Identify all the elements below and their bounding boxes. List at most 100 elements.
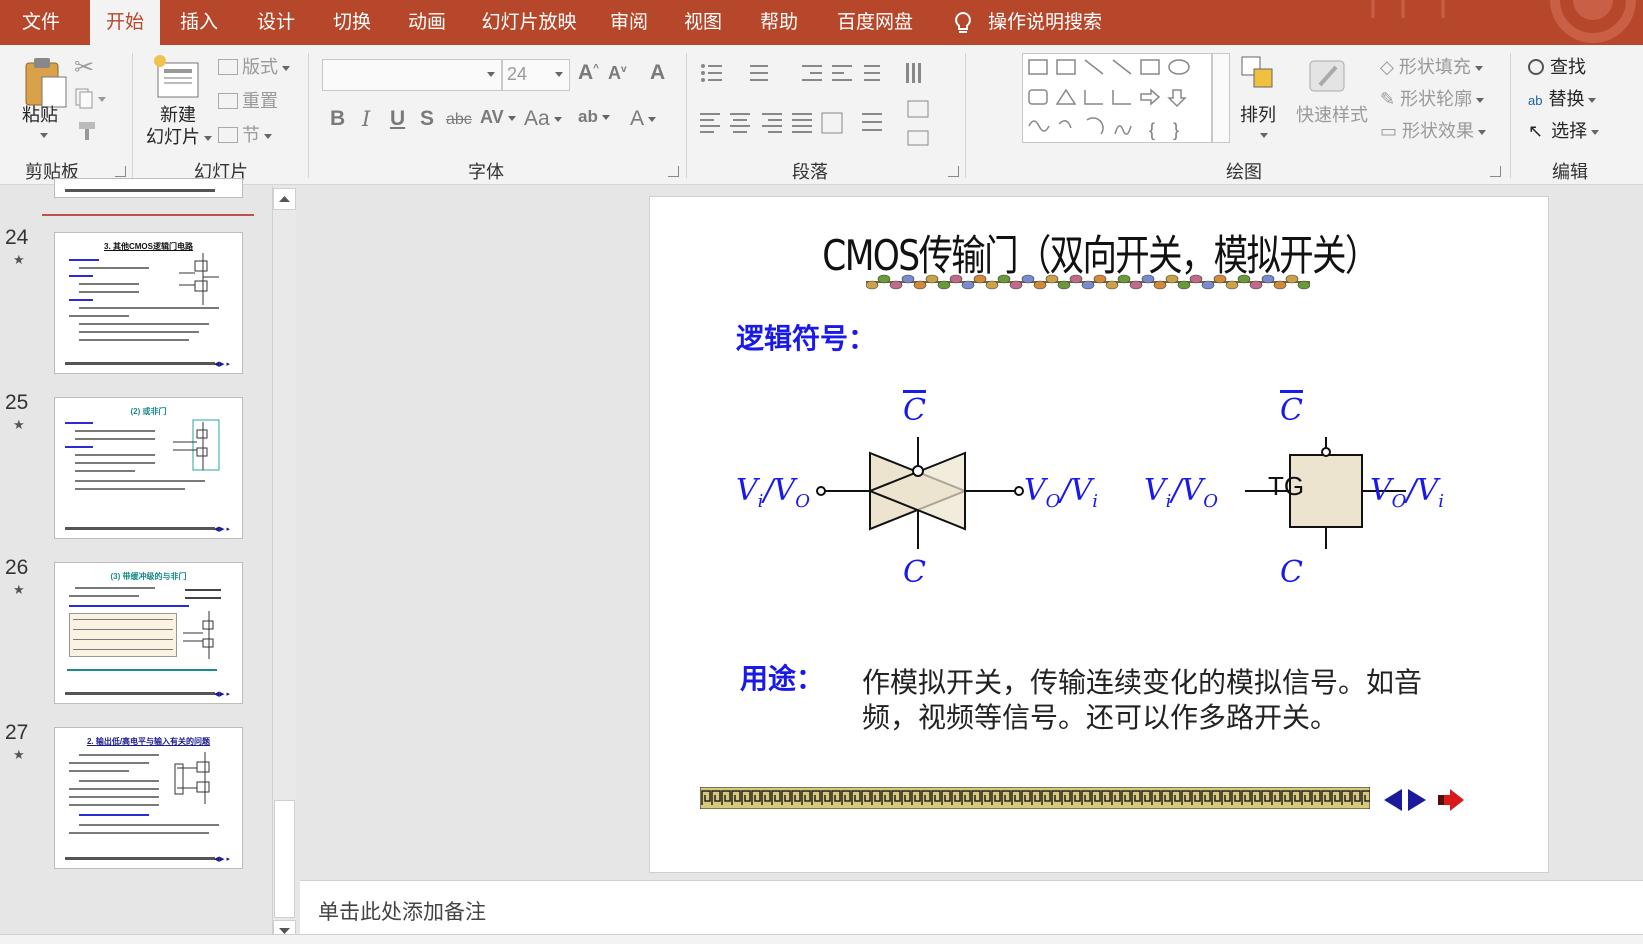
- tab-insert[interactable]: 插入: [163, 0, 235, 45]
- tell-me-search[interactable]: 操作说明搜索: [948, 0, 1102, 45]
- shapes-gallery[interactable]: {}: [1022, 53, 1212, 143]
- tab-baidu-netdisk[interactable]: 百度网盘: [820, 0, 930, 45]
- slide-thumbnail-27[interactable]: 2. 输出低/高电平与输入有关的问题 ◀▶ ▸: [54, 727, 243, 869]
- grow-font-icon[interactable]: A^: [578, 61, 599, 85]
- change-case-label: Aa: [524, 107, 550, 130]
- character-spacing-icon[interactable]: AV: [480, 107, 516, 128]
- tab-animations[interactable]: 动画: [391, 0, 463, 45]
- font-size-box[interactable]: 24: [502, 59, 570, 91]
- svg-text:}: }: [1173, 120, 1179, 140]
- bold-icon[interactable]: B: [330, 107, 345, 131]
- clipboard-launcher-icon[interactable]: [115, 166, 126, 177]
- paragraph-launcher-icon[interactable]: [948, 166, 959, 177]
- tab-transitions[interactable]: 切换: [316, 0, 388, 45]
- thumb-title-26: (3) 带缓冲级的与非门: [110, 572, 187, 581]
- italic-icon[interactable]: I: [362, 107, 370, 131]
- ribbon-tab-bar: 文件 开始 插入 设计 切换 动画 幻灯片放映 审阅 视图 帮助 百度网盘 操作…: [0, 0, 1643, 46]
- underline-icon[interactable]: U: [390, 107, 405, 131]
- scrollbar-thumb[interactable]: [274, 800, 295, 918]
- select-button[interactable]: ↖ 选择: [1528, 117, 1600, 143]
- thumb-number-24: 24: [5, 226, 29, 249]
- tab-slideshow[interactable]: 幻灯片放映: [470, 0, 588, 45]
- group-separator: [686, 53, 687, 178]
- paste-button[interactable]: 粘贴: [22, 101, 58, 127]
- text-shadow-icon[interactable]: S: [420, 107, 434, 131]
- font-name-box[interactable]: [322, 59, 502, 91]
- thumb-title-27: 2. 输出低/高电平与输入有关的问题: [86, 737, 211, 746]
- shape-outline-button[interactable]: ✎ 形状轮廓: [1380, 85, 1485, 111]
- greek-key-border: [700, 787, 1370, 809]
- shape-fill-button[interactable]: ◇ 形状填充: [1380, 53, 1483, 79]
- chevron-up-icon: [279, 196, 290, 202]
- tab-home[interactable]: 开始: [90, 0, 160, 46]
- replace-button[interactable]: ab 替换: [1528, 85, 1597, 111]
- status-bar: [0, 934, 1643, 944]
- highlight-color-icon[interactable]: ab: [578, 107, 610, 127]
- insertion-marker: [42, 214, 254, 216]
- paste-dropdown-icon[interactable]: [40, 133, 48, 138]
- group-separator: [965, 53, 966, 178]
- tab-file[interactable]: 文件: [0, 0, 82, 45]
- notes-pane[interactable]: 单击此处添加备注: [300, 880, 1643, 934]
- arrange-button[interactable]: 排列: [1240, 101, 1276, 127]
- section-icon: [218, 127, 238, 143]
- slide-thumbnail-26[interactable]: (3) 带缓冲级的与非门 ◀▶ ▸: [54, 562, 243, 704]
- current-slide[interactable]: CMOS传输门（双向开关，模拟开关） 逻辑符号： TG C C C C Vi/V…: [649, 196, 1549, 873]
- slide-thumbnail-23[interactable]: [54, 178, 243, 198]
- reset-button[interactable]: 重置: [218, 87, 278, 113]
- font-group-label: 字体: [468, 162, 504, 182]
- change-case-button[interactable]: Aa: [524, 107, 562, 131]
- usage-heading[interactable]: 用途：: [740, 657, 824, 697]
- font-color-icon[interactable]: A: [630, 107, 657, 131]
- quick-styles-button[interactable]: 快速样式: [1296, 101, 1368, 127]
- drawing-launcher-icon[interactable]: [1490, 166, 1501, 177]
- section-button[interactable]: 节: [218, 121, 272, 147]
- find-button[interactable]: 查找: [1528, 53, 1586, 79]
- control-c-bar-label: C: [903, 393, 926, 428]
- editing-group-label: 编辑: [1552, 162, 1588, 182]
- paragraph-controls-icon[interactable]: [698, 61, 938, 151]
- drawing-group-label: 绘图: [1226, 162, 1262, 182]
- shape-outline-icon: ✎: [1380, 89, 1401, 109]
- new-slide-label-2[interactable]: 幻灯片: [146, 123, 212, 149]
- notes-placeholder[interactable]: 单击此处添加备注: [318, 896, 486, 926]
- search-icon: [1528, 59, 1544, 75]
- thumb-title-25: (2) 或非门: [130, 407, 167, 416]
- logic-symbol-heading[interactable]: 逻辑符号：: [736, 317, 876, 357]
- tab-design[interactable]: 设计: [240, 0, 312, 45]
- animation-star-icon: ★: [13, 747, 25, 762]
- clear-formatting-icon[interactable]: A: [650, 61, 665, 85]
- arrange-icon[interactable]: [1240, 55, 1280, 97]
- copy-icon[interactable]: [74, 87, 108, 109]
- thumb-number-26: 26: [5, 556, 29, 579]
- shrink-font-icon[interactable]: Av: [608, 63, 627, 84]
- strikethrough-icon[interactable]: abc: [446, 111, 472, 129]
- svg-text:{: {: [1149, 120, 1155, 140]
- shapes-gallery-scroll[interactable]: [1212, 53, 1230, 143]
- tg-control-c-label: C: [1280, 555, 1303, 590]
- vo-vi-right-label: VO/Vi: [1024, 473, 1098, 512]
- group-separator: [132, 53, 133, 178]
- thumb-number-25: 25: [5, 391, 29, 414]
- usage-text[interactable]: 作模拟开关，传输连续变化的模拟信号。如音频，视频等信号。还可以作多路开关。: [862, 665, 1462, 735]
- tab-help[interactable]: 帮助: [743, 0, 815, 45]
- scroll-up-button[interactable]: [273, 188, 296, 210]
- layout-button[interactable]: 版式: [218, 53, 290, 79]
- cut-icon[interactable]: ✂: [74, 53, 94, 82]
- tg-label: TG: [1268, 471, 1305, 501]
- arrange-dropdown-icon[interactable]: [1260, 133, 1268, 138]
- font-launcher-icon[interactable]: [668, 166, 679, 177]
- shape-effects-button[interactable]: ▭ 形状效果: [1380, 117, 1487, 143]
- next-slide-arrow-icon[interactable]: [1402, 787, 1432, 813]
- tab-review[interactable]: 审阅: [593, 0, 665, 45]
- slide-thumbnail-25[interactable]: (2) 或非门 ◀▶ ▸: [54, 397, 243, 539]
- quick-styles-icon[interactable]: [1306, 55, 1348, 97]
- end-show-arrow-icon[interactable]: [1436, 787, 1466, 813]
- group-separator: [308, 53, 309, 178]
- thumbnail-scrollbar[interactable]: [272, 186, 296, 944]
- replace-icon: ab: [1528, 93, 1543, 108]
- slide-thumbnail-24[interactable]: 3. 其他CMOS逻辑门电路 ◀▶ ▸: [54, 232, 243, 374]
- tab-view[interactable]: 视图: [667, 0, 739, 45]
- format-painter-icon[interactable]: [76, 120, 100, 142]
- new-slide-icon[interactable]: [152, 53, 202, 101]
